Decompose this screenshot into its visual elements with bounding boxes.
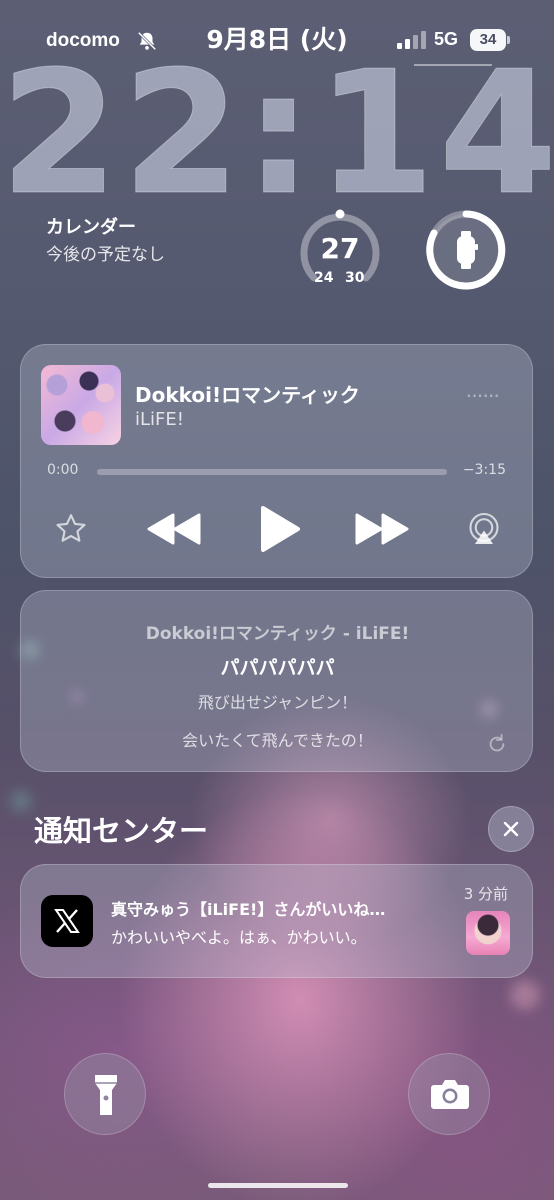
clock-accent-line xyxy=(414,64,492,66)
playback-scrubber[interactable] xyxy=(97,469,447,475)
x-app-icon xyxy=(41,895,93,947)
lyrics-widget[interactable]: Dokkoi!ロマンティック - iLiFE! パパパパパパ 飛び出せジャンピン… xyxy=(20,590,533,772)
lyrics-header: Dokkoi!ロマンティック - iLiFE! xyxy=(145,624,410,644)
gauge-min: 24 xyxy=(314,270,334,286)
notification-body: かわいいやべよ。はぁ、かわいい。 xyxy=(111,928,367,947)
notification-title: 真守みゅう【iLiFE!】さんがいいね… xyxy=(111,900,386,919)
notification-thumbnail xyxy=(466,911,510,955)
clear-notifications-button[interactable] xyxy=(488,806,534,852)
lock-screen-clock: 22:14 xyxy=(0,35,554,233)
rewind-button[interactable] xyxy=(147,513,201,545)
flashlight-icon xyxy=(95,1075,117,1115)
lyrics-current-line: パパパパパパ xyxy=(220,657,335,679)
calendar-widget-subtitle: 今後の予定なし xyxy=(46,245,165,265)
lyrics-next-line: 飛び出せジャンピン！ xyxy=(197,693,358,712)
replay-icon[interactable] xyxy=(486,733,508,755)
audio-waveform-icon: ······ xyxy=(466,389,500,403)
album-artwork[interactable] xyxy=(41,365,121,445)
lyrics-next-line: 会いたくて飛んできたの！ xyxy=(182,731,373,750)
favorite-star-icon[interactable] xyxy=(53,511,89,547)
airplay-icon[interactable] xyxy=(466,511,502,547)
notification-center-title: 通知センター xyxy=(34,814,209,848)
camera-icon xyxy=(431,1080,469,1109)
notification-card[interactable]: 真守みゅう【iLiFE!】さんがいいね… かわいいやべよ。はぁ、かわいい。 3 … xyxy=(20,864,533,978)
gauge-value: 27 xyxy=(320,232,360,265)
flashlight-button[interactable] xyxy=(64,1053,146,1135)
gauge-max: 30 xyxy=(345,270,365,286)
fast-forward-button[interactable] xyxy=(355,513,409,545)
calendar-widget-title[interactable]: カレンダー xyxy=(46,213,136,239)
close-icon xyxy=(503,821,519,837)
song-artist: iLiFE! xyxy=(135,409,184,430)
x-logo-icon xyxy=(54,909,80,933)
now-playing-widget[interactable]: Dokkoi!ロマンティック iLiFE! ······ 0:00 −3:15 xyxy=(20,344,533,578)
home-indicator[interactable] xyxy=(208,1183,348,1188)
camera-button[interactable] xyxy=(408,1053,490,1135)
play-button[interactable] xyxy=(259,505,301,553)
remaining-time: −3:15 xyxy=(462,462,506,478)
elapsed-time: 0:00 xyxy=(47,462,79,478)
notification-time: 3 分前 xyxy=(463,885,508,903)
watch-battery-widget[interactable] xyxy=(424,208,508,292)
song-title: Dokkoi!ロマンティック xyxy=(135,383,360,407)
gauge-marker xyxy=(335,209,345,219)
